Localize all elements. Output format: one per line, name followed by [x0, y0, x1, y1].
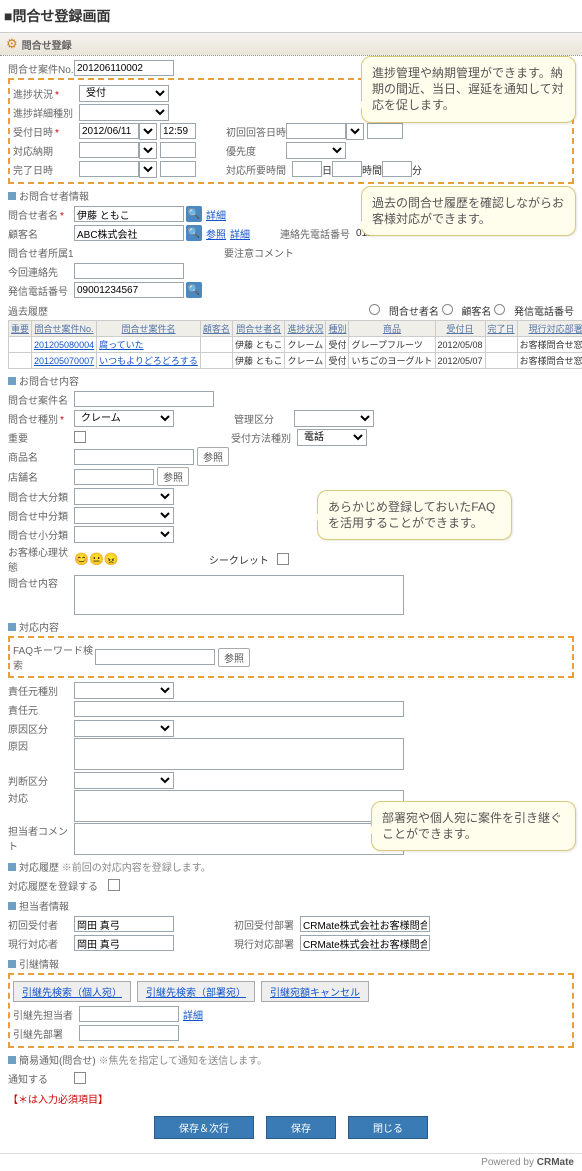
history-col[interactable]: 問合せ案件名	[97, 321, 201, 337]
required-note: 【＊は入力必須項目】	[8, 1091, 574, 1106]
history-col[interactable]: 種別	[326, 321, 349, 337]
callout-progress: 進捗管理や納期管理ができます。納期の間近、当日、遅延を通知して対応を促します。	[361, 56, 576, 123]
faq-ref-button[interactable]: 参照	[218, 648, 250, 667]
history-col[interactable]: 完了日	[485, 321, 517, 337]
customer-name[interactable]	[74, 206, 184, 222]
priority-select[interactable]	[286, 142, 346, 159]
table-row: 201205080004腐っていた伊藤 ともこクレーム受付グレープフルーツ201…	[9, 337, 582, 353]
handover-cancel-button[interactable]: 引継宛額キャンセル	[261, 981, 369, 1002]
cust-detail-link[interactable]: 詳細	[206, 207, 226, 222]
save-button[interactable]: 保存	[266, 1116, 336, 1139]
caller-input[interactable]	[74, 282, 184, 298]
history-col[interactable]: 問合せ者名	[232, 321, 285, 337]
search-icon[interactable]: 🔍	[186, 206, 202, 222]
store-input[interactable]	[74, 469, 154, 485]
callout-faq: あらかじめ登録しておいたFAQを活用することができます。	[317, 490, 512, 540]
search-icon[interactable]: 🔍	[186, 225, 202, 241]
page-title: ■問合せ登録画面	[0, 0, 582, 33]
faq-block: FAQキーワード検索 参照	[8, 636, 574, 678]
important-check[interactable]	[74, 431, 86, 443]
app-header: ⚙ 問合せ登録	[0, 33, 582, 56]
table-row: 201205070007いつもよりどろどろする伊藤 ともこクレーム受付いちごのヨ…	[9, 353, 582, 369]
mood-angry-icon[interactable]: 😠	[104, 552, 119, 566]
save-next-button[interactable]: 保存＆次行	[154, 1116, 254, 1139]
section-cont: 対応履歴 ※前回の対応内容を登録します。	[8, 859, 574, 874]
recv-method[interactable]: 電話	[297, 429, 367, 446]
search-icon[interactable]: 🔍	[186, 282, 202, 298]
section-handover: 引継情報	[8, 956, 574, 971]
radio-filter-name[interactable]	[369, 304, 380, 315]
cont-check[interactable]	[108, 879, 120, 891]
history-col[interactable]: 顧客名	[200, 321, 232, 337]
notify-check[interactable]	[74, 1072, 86, 1084]
comment-text[interactable]	[74, 823, 404, 855]
radio-filter-tel[interactable]	[494, 304, 505, 315]
ref-button[interactable]: 参照	[197, 447, 229, 466]
due-date[interactable]	[79, 142, 139, 158]
history-col[interactable]: 進捗状況	[285, 321, 326, 337]
handover-person-button[interactable]: 引継先検索（個人宛）	[13, 981, 131, 1002]
product-input[interactable]	[74, 449, 194, 465]
radio-filter-cust[interactable]	[442, 304, 453, 315]
recv-date[interactable]	[79, 123, 139, 139]
case-name-input[interactable]	[74, 391, 214, 407]
case-no-input[interactable]	[74, 60, 174, 76]
status-select[interactable]: 受付	[79, 85, 169, 102]
faq-search-input[interactable]	[95, 649, 215, 665]
recv-time[interactable]	[160, 123, 196, 139]
section-notify: 簡易通知(問合せ) ※焦先を指定して通知を送信します。	[8, 1052, 574, 1067]
history-col[interactable]: 商品	[349, 321, 435, 337]
detail-kind-select[interactable]	[79, 104, 169, 121]
callout-history: 過去の問合せ履歴を確認しながらお客様対応ができます。	[361, 186, 576, 236]
phone-input[interactable]	[74, 263, 184, 279]
kind-select[interactable]: クレーム	[74, 410, 174, 427]
history-col[interactable]: 問合せ案件No.	[32, 321, 97, 337]
callout-handover: 部署宛や個人宛に案件を引き継ぐことができます。	[371, 801, 576, 851]
history-label: 過去履歴	[8, 303, 48, 318]
inquiry-content[interactable]	[74, 575, 404, 615]
history-col[interactable]: 重要	[9, 321, 32, 337]
cause-text[interactable]	[74, 738, 404, 770]
mood-neutral-icon[interactable]: 😐	[89, 552, 104, 566]
section-assignee: 担当者情報	[8, 898, 574, 913]
section-inquiry: お問合せ内容	[8, 373, 574, 388]
company-name[interactable]	[74, 225, 184, 241]
detail-kind-label: 進捗詳細種別	[13, 105, 79, 120]
history-table: 重要問合せ案件No.問合せ案件名顧客名問合せ者名進捗状況種別商品受付日完了日現行…	[8, 320, 582, 369]
close-button[interactable]: 閉じる	[348, 1116, 428, 1139]
secret-check[interactable]	[277, 553, 289, 565]
section-response: 対応内容	[8, 619, 574, 634]
history-col[interactable]: 現行対応部署	[517, 321, 582, 337]
gear-icon: ⚙	[6, 36, 18, 52]
history-col[interactable]: 受付日	[435, 321, 485, 337]
status-label: 進捗状況	[13, 90, 53, 101]
powered-by: Powered by CRMate	[0, 1153, 582, 1171]
handover-block: 引継先検索（個人宛） 引継先検索（部署宛） 引継宛額キャンセル 引継先担当者 詳…	[8, 973, 574, 1048]
recv-date-pick[interactable]	[139, 123, 157, 140]
first-reply-date[interactable]	[286, 123, 346, 139]
mood-happy-icon[interactable]: 😊	[74, 552, 89, 566]
handover-dept-button[interactable]: 引継先検索（部署宛）	[137, 981, 255, 1002]
app-header-title: 問合せ登録	[22, 37, 72, 52]
end-date[interactable]	[79, 161, 139, 177]
case-no-label: 問合せ案件No.	[8, 61, 74, 76]
action-text[interactable]	[74, 790, 404, 822]
